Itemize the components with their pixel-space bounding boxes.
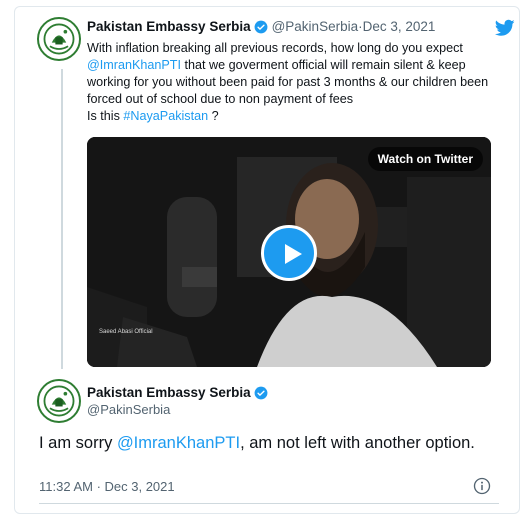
- divider: [39, 503, 499, 504]
- avatar[interactable]: [37, 17, 81, 61]
- play-button[interactable]: [261, 225, 317, 281]
- reply-author: Pakistan Embassy Serbia: [87, 385, 272, 400]
- info-icon[interactable]: [473, 477, 491, 495]
- twitter-bird-icon[interactable]: [495, 19, 515, 37]
- reply-text-part: , am not left with another option.: [240, 434, 475, 452]
- tweet-text: With inflation breaking all previous rec…: [87, 40, 507, 125]
- verified-badge-icon: [254, 20, 268, 34]
- tweet-date[interactable]: Dec 3, 2021: [363, 19, 436, 34]
- embassy-emblem-icon: [39, 381, 79, 421]
- tweet-text-part: Is this: [87, 109, 124, 123]
- watch-on-twitter-button[interactable]: Watch on Twitter: [367, 147, 483, 171]
- tweet-text-part: With inflation breaking all previous rec…: [87, 41, 463, 55]
- tweet-header: Pakistan Embassy Serbia @PakinSerbia · D…: [87, 19, 435, 34]
- author-name[interactable]: Pakistan Embassy Serbia: [87, 385, 251, 400]
- author-handle[interactable]: @PakinSerbia: [87, 402, 170, 417]
- embedded-tweet-card: Pakistan Embassy Serbia @PakinSerbia · D…: [14, 6, 520, 514]
- mention-link[interactable]: @ImranKhanPTI: [117, 434, 240, 452]
- reply-timestamp[interactable]: 11:32 AM · Dec 3, 2021: [39, 479, 175, 494]
- reply-text: I am sorry @ImranKhanPTI, am not left wi…: [39, 433, 479, 454]
- play-icon: [285, 244, 302, 264]
- video-watermark: Saeed Abasi Official: [99, 329, 153, 335]
- tweet-text-part: ?: [208, 109, 219, 123]
- action-bar-partial: [39, 511, 239, 513]
- video-embed[interactable]: Watch on Twitter Saeed Abasi Official: [87, 137, 491, 367]
- reply-text-part: I am sorry: [39, 434, 117, 452]
- avatar[interactable]: [37, 379, 81, 423]
- embassy-emblem-icon: [39, 19, 79, 59]
- author-handle[interactable]: @PakinSerbia: [272, 19, 359, 34]
- author-name[interactable]: Pakistan Embassy Serbia: [87, 19, 251, 34]
- verified-badge-icon: [254, 386, 268, 400]
- hashtag-link[interactable]: #NayaPakistan: [123, 109, 208, 123]
- thread-line: [61, 69, 63, 369]
- mention-link[interactable]: @ImranKhanPTI: [87, 58, 181, 72]
